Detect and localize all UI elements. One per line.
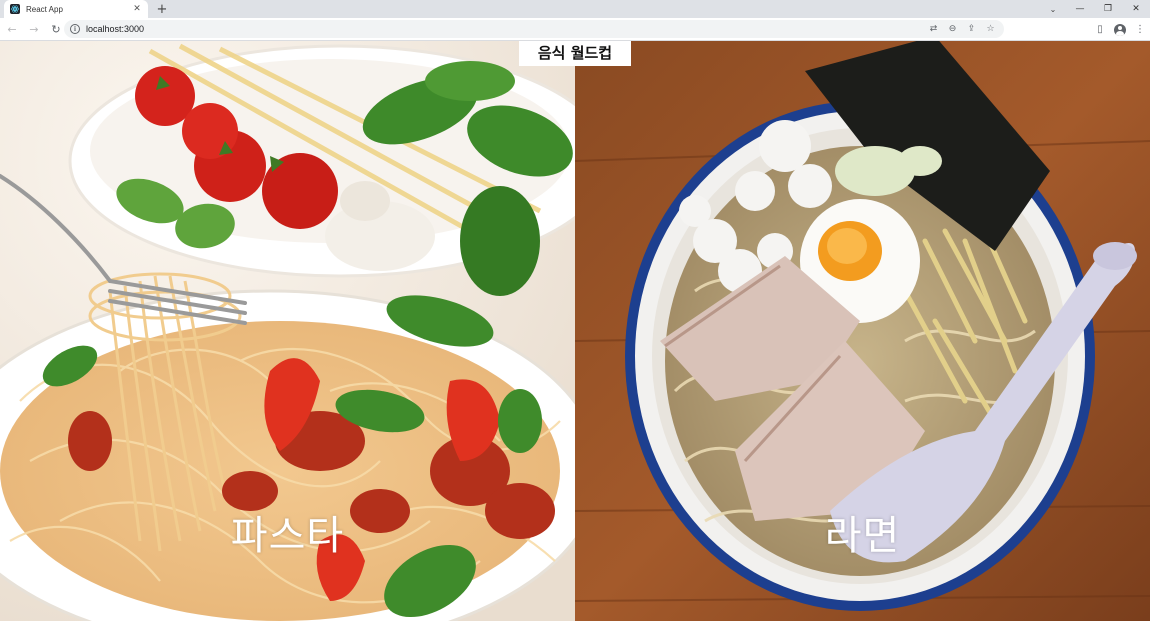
- candidate-name-right: 라면: [824, 513, 901, 559]
- back-arrow-icon[interactable]: ←: [2, 19, 22, 39]
- menu-kebab-icon[interactable]: ⋮: [1130, 18, 1150, 41]
- forward-arrow-icon[interactable]: →: [24, 19, 44, 39]
- restore-icon[interactable]: ❐: [1094, 0, 1122, 18]
- side-panel-icon[interactable]: ▯: [1090, 18, 1110, 41]
- bookmark-star-icon[interactable]: ☆: [981, 20, 1000, 38]
- zoom-icon[interactable]: ⊖: [943, 20, 962, 38]
- url-text[interactable]: localhost:3000: [86, 24, 144, 34]
- tab-title: React App: [26, 4, 63, 14]
- tab-bar: React App ✕ + ⌄ — ❐ ✕: [0, 0, 1150, 18]
- browser-toolbar: ← → ↻ i localhost:3000 ⇄ ⊖ ⇪ ☆ ▯ ⋮: [0, 18, 1150, 41]
- tab-search-chevron-icon[interactable]: ⌄: [1045, 0, 1061, 18]
- window-close-icon[interactable]: ✕: [1122, 0, 1150, 18]
- browser-tab[interactable]: React App ✕: [4, 0, 148, 18]
- candidate-card-left[interactable]: 파스타: [0, 41, 575, 621]
- worldcup-page: 파스타 라면 음식 월드컵: [0, 41, 1150, 621]
- reload-icon[interactable]: ↻: [46, 19, 66, 39]
- address-bar[interactable]: i localhost:3000 ⇄ ⊖ ⇪ ☆: [64, 20, 1004, 38]
- new-tab-button[interactable]: +: [154, 1, 170, 17]
- candidate-name-left: 파스타: [230, 513, 345, 559]
- translate-icon[interactable]: ⇄: [924, 20, 943, 38]
- share-icon[interactable]: ⇪: [962, 20, 981, 38]
- candidate-card-right[interactable]: 라면: [575, 41, 1150, 621]
- profile-avatar[interactable]: [1110, 18, 1130, 41]
- minimize-icon[interactable]: —: [1066, 0, 1094, 18]
- tab-close-icon[interactable]: ✕: [132, 4, 142, 14]
- react-favicon-icon: [10, 4, 20, 14]
- site-info-icon[interactable]: i: [70, 24, 80, 34]
- page-title: 음식 월드컵: [519, 41, 631, 66]
- profile-icon: [1114, 23, 1126, 36]
